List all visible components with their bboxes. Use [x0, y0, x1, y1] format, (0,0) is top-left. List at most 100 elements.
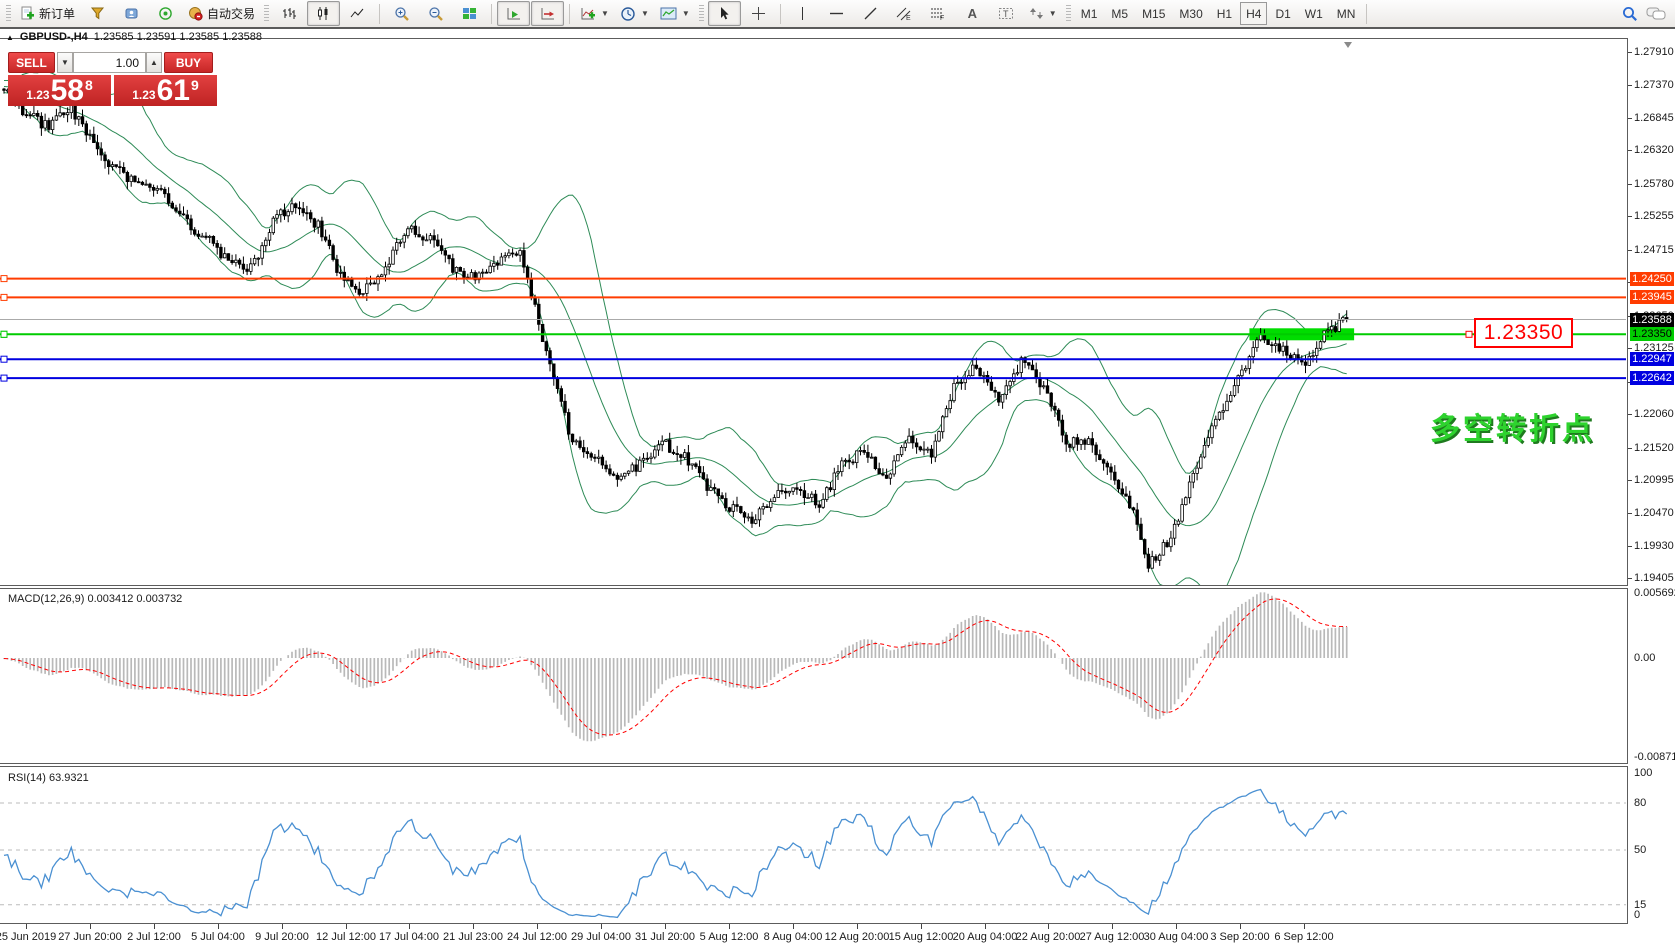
fibonacci-icon: F — [930, 6, 946, 21]
toolbar-grip[interactable] — [699, 5, 704, 23]
rsi-chart[interactable] — [0, 767, 1626, 923]
svg-text:E: E — [906, 15, 911, 21]
zoom-in-button[interactable] — [385, 1, 418, 26]
line-edge-marker[interactable] — [1, 331, 7, 337]
account-button[interactable] — [115, 1, 148, 26]
cursor-button[interactable] — [708, 1, 741, 26]
fibonacci-button[interactable]: F — [922, 1, 955, 26]
time-tick: 12 Aug 20:00 — [825, 931, 890, 943]
line-edge-marker[interactable] — [1, 356, 7, 362]
rsi-axis-tick: 100 — [1634, 767, 1652, 779]
timeframe-h4[interactable]: H4 — [1240, 2, 1267, 25]
toolbar-grip[interactable] — [1066, 5, 1071, 23]
line-chart-button[interactable] — [341, 1, 374, 26]
timeframe-w1[interactable]: W1 — [1299, 2, 1329, 25]
toolbar-grip[interactable] — [6, 5, 11, 23]
timeframe-m30[interactable]: M30 — [1173, 2, 1208, 25]
time-tick-mark — [793, 924, 794, 929]
price-tick-mark — [1628, 184, 1632, 185]
macd-pane[interactable] — [0, 588, 1628, 764]
rsi-axis-tick: 0 — [1634, 909, 1640, 921]
price-axis[interactable]: 1.279101.273701.268451.263201.257801.252… — [1628, 38, 1675, 924]
zoom-out-button[interactable] — [419, 1, 452, 26]
time-tick-mark — [1176, 924, 1177, 929]
toolbar-grip[interactable] — [264, 5, 269, 23]
time-tick-mark — [154, 924, 155, 929]
timeframe-m15[interactable]: M15 — [1136, 2, 1171, 25]
filter-button[interactable] — [81, 1, 114, 26]
chart-header: ▲ GBPUSD-,H4 1.23585 1.23591 1.23585 1.2… — [6, 31, 262, 43]
chart-shift-button[interactable] — [531, 1, 564, 26]
macd-chart[interactable] — [0, 589, 1626, 763]
text-button[interactable]: A — [956, 1, 989, 26]
line-edge-marker[interactable] — [1, 294, 7, 300]
timeframe-mn[interactable]: MN — [1331, 2, 1362, 25]
rsi-pane[interactable] — [0, 766, 1628, 924]
time-tick-mark — [729, 924, 730, 929]
indicators-dropdown[interactable]: ▼ — [575, 1, 614, 26]
price-tick-mark — [1628, 513, 1632, 514]
dropdown-caret: ▼ — [641, 9, 649, 18]
signals-icon — [158, 6, 173, 21]
price-tick-mark — [1628, 578, 1632, 579]
collapse-arrow-icon[interactable]: ▲ — [6, 33, 14, 42]
timeframe-m5[interactable]: M5 — [1105, 2, 1134, 25]
chat-icon[interactable] — [1646, 6, 1666, 22]
time-tick: 12 Jul 12:00 — [316, 931, 376, 943]
vertical-line-button[interactable] — [786, 1, 819, 26]
time-tick: 27 Aug 12:00 — [1080, 931, 1145, 943]
trendline-icon — [863, 6, 878, 21]
time-tick: 25 Jun 2019 — [0, 931, 56, 943]
new-order-label: 新订单 — [39, 5, 75, 22]
templates-dropdown[interactable]: ▼ — [655, 1, 695, 26]
text-label-button[interactable]: T — [990, 1, 1023, 26]
line-edge-marker[interactable] — [1, 276, 7, 282]
timeframe-d1[interactable]: D1 — [1269, 2, 1296, 25]
buy-price[interactable]: 1.23 61 9 — [114, 75, 217, 106]
macd-axis-tick: 0.00 — [1634, 652, 1655, 664]
line-edge-marker[interactable] — [1, 375, 7, 381]
signals-button[interactable] — [149, 1, 182, 26]
candlestick-chart[interactable] — [0, 39, 1626, 585]
autotrading-button[interactable]: 自动交易 — [183, 1, 260, 26]
time-tick: 20 Aug 04:00 — [953, 931, 1018, 943]
volume-decrease-button[interactable]: ▼ — [57, 52, 73, 73]
volume-increase-button[interactable]: ▲ — [146, 52, 162, 73]
arrows-dropdown[interactable]: ▼ — [1024, 1, 1062, 26]
sell-price[interactable]: 1.23 58 8 — [8, 75, 111, 106]
dropdown-caret: ▼ — [1049, 9, 1057, 18]
time-tick: 3 Sep 20:00 — [1210, 931, 1269, 943]
time-axis[interactable]: 25 Jun 201927 Jun 20:002 Jul 12:005 Jul … — [0, 925, 1628, 949]
cursor-icon — [717, 6, 731, 21]
trendline-button[interactable] — [854, 1, 887, 26]
bar-chart-button[interactable] — [273, 1, 306, 26]
tile-windows-button[interactable] — [453, 1, 486, 26]
search-icon[interactable] — [1622, 6, 1638, 22]
candlestick-chart-pane[interactable] — [0, 38, 1628, 586]
macd-label: MACD(12,26,9) 0.003412 0.003732 — [8, 593, 182, 605]
periods-dropdown[interactable]: ▼ — [615, 1, 654, 26]
price-tick-mark — [1628, 118, 1632, 119]
price-tick-mark — [1628, 448, 1632, 449]
bar-chart-icon — [282, 6, 297, 21]
timeframe-h1[interactable]: H1 — [1211, 2, 1238, 25]
chart-shift-marker[interactable] — [1344, 42, 1352, 48]
rsi-axis-tick: 50 — [1634, 844, 1646, 856]
sell-button[interactable]: SELL — [8, 52, 55, 73]
timeframe-m1[interactable]: M1 — [1075, 2, 1104, 25]
price-annotation-box[interactable]: 1.23350 — [1474, 318, 1573, 348]
price-tick: 1.25780 — [1634, 178, 1674, 190]
equidistant-channel-button[interactable]: E — [888, 1, 921, 26]
new-order-button[interactable]: 新订单 — [15, 1, 80, 26]
crosshair-button[interactable] — [742, 1, 775, 26]
candlestick-button[interactable] — [307, 1, 340, 26]
buy-button[interactable]: BUY — [164, 52, 213, 73]
volume-input[interactable]: 1.00 — [73, 52, 146, 73]
time-tick: 8 Aug 04:00 — [764, 931, 823, 943]
annotation-anchor[interactable] — [1466, 331, 1472, 337]
horizontal-line-button[interactable] — [820, 1, 853, 26]
chart-shift-icon — [540, 6, 556, 21]
price-tick: 1.26320 — [1634, 144, 1674, 156]
turning-point-note: 多空转折点 — [1430, 404, 1595, 448]
auto-scroll-button[interactable] — [497, 1, 530, 26]
